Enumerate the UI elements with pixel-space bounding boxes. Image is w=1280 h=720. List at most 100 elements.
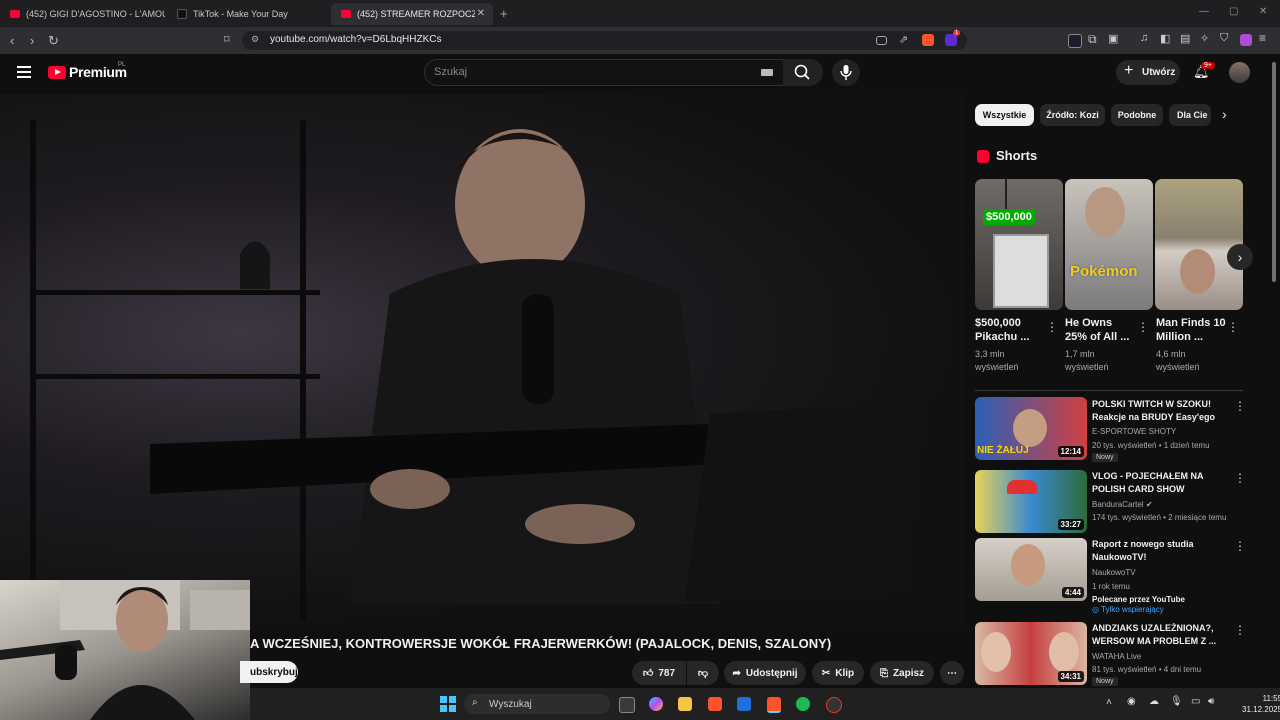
dislike-button[interactable]: 👎︎ [687,661,719,685]
page-scrollbar[interactable] [1272,62,1276,282]
tray-expand-icon[interactable]: ˄ [1106,697,1112,708]
recommended-video-title[interactable]: ANDZIAKS UZALEŻNIONA?, WERSOW MA PROBLEM… [1092,622,1222,648]
channel-name[interactable]: BanduraCartel ✔ [1092,498,1242,511]
file-explorer-icon[interactable] [678,697,692,711]
cast-icon[interactable] [876,36,887,45]
more-vertical-icon[interactable]: ⋮ [1234,539,1246,553]
forward-icon[interactable]: › [30,33,34,48]
maximize-icon[interactable]: ▢ [1229,6,1238,17]
recommended-video-title[interactable]: POLSKI TWITCH W SZOKU! Reakcje na BRUDY … [1092,398,1222,424]
taskbar-clock[interactable]: 11:55 31.12.2025 [1242,693,1280,715]
windows-start-icon[interactable] [440,696,456,712]
save-button[interactable]: ⎘ Zapisz [870,661,934,685]
short-thumbnail[interactable]: $500,000 [975,179,1063,310]
new-badge: Nowy [1092,677,1118,686]
chip-source[interactable]: Źródło: Kozi [1040,104,1105,126]
close-window-icon[interactable]: ✕ [1259,6,1267,17]
channel-name[interactable]: E-SPORTOWE SHOTY [1092,425,1242,438]
chip-for-you[interactable]: Dla Cie [1169,104,1211,126]
taskbar-search-input[interactable] [464,694,610,714]
onedrive-icon[interactable]: ☁ [1149,696,1159,707]
reload-icon[interactable]: ↻ [48,33,59,49]
spotify-icon[interactable] [796,697,810,711]
youtube-favicon-icon [341,10,351,18]
browser-tab[interactable]: TikTok - Make Your Day [167,3,327,25]
divider [975,390,1243,391]
vpn-icon[interactable]: ⛉ [1220,32,1228,45]
extension-icon[interactable] [1068,34,1082,48]
search-input[interactable] [424,59,784,86]
shorts-next-button[interactable]: › [1227,244,1253,270]
chip-all[interactable]: Wszystkie [975,104,1034,126]
thumbs-up-icon: 👍︎ [642,668,654,679]
more-vertical-icon[interactable]: ⋮ [1234,471,1246,485]
leo-icon[interactable]: ✧ [1200,32,1209,45]
more-vertical-icon[interactable]: ⋮ [1234,399,1246,413]
video-thumbnail[interactable]: NIE ŻAŁUJ 12:14 [975,397,1087,460]
bookmark-icon[interactable]: ⌑ [224,33,230,46]
search-button[interactable] [783,59,823,86]
short-thumbnail[interactable] [1155,179,1243,310]
brave-browser-icon[interactable] [708,697,722,711]
video-thumbnail[interactable]: 34:31 [975,622,1087,685]
thumbs-down-icon: 👎︎ [697,668,709,679]
puzzle-icon[interactable]: ⧉ [1088,32,1097,47]
like-button[interactable]: 👍︎ 787 [632,661,686,685]
more-actions-button[interactable]: ⋯ [940,661,964,685]
short-thumbnail[interactable]: Pokémon [1065,179,1153,310]
brave-shields-icon[interactable] [922,34,934,46]
microsoft-store-icon[interactable] [737,697,751,711]
chips-next-icon[interactable]: › [1222,106,1227,122]
short-title[interactable]: Man Finds 10 Million ... [1156,316,1226,344]
clip-button[interactable]: ✂ Klip [812,661,864,685]
more-vertical-icon[interactable]: ⋮ [1046,320,1058,334]
music-icon[interactable]: ♫ [1140,32,1148,44]
tabs-icon[interactable]: ▣ [1108,32,1118,45]
more-vertical-icon[interactable]: ⋮ [1137,320,1149,334]
hamburger-menu-icon[interactable] [17,66,31,81]
youtube-logo-icon[interactable] [48,66,66,79]
app-icon[interactable] [826,697,842,713]
browser-tab-active[interactable]: (452) STREAMER ROZPOCZĄŁ SY ✕ [331,3,493,25]
chip-related[interactable]: Podobne [1111,104,1163,126]
channel-name[interactable]: WATAHA Live [1092,650,1242,663]
volume-icon[interactable]: 🔊︎ [1208,696,1214,707]
url-text: youtube.com/watch?v=D6LbqHHZKCs [270,34,442,45]
avatar[interactable] [1229,62,1250,83]
short-title[interactable]: He Owns 25% of All ... [1065,316,1135,344]
recommended-video-title[interactable]: VLOG - POJECHAŁEM NA POLISH CARD SHOW [1092,470,1222,496]
sidebar-icon[interactable]: ◧ [1160,32,1170,45]
recommended-video-title[interactable]: Raport z nowego studia NaukowoTV! [1092,538,1222,564]
task-view-icon[interactable] [619,697,635,713]
video-title: A WCZEŚNIEJ, KONTROWERSJE WOKÓŁ FRAJERWE… [250,636,832,651]
video-meta: 174 tys. wyświetleń • 2 miesiące temu [1092,513,1227,522]
copilot-icon[interactable] [649,697,663,711]
share-button[interactable]: ➦ Udostępnij [724,661,806,685]
profile-extension-icon[interactable] [1240,34,1252,46]
brave-active-icon[interactable] [767,697,781,713]
video-thumbnail[interactable]: 4:44 [975,538,1087,601]
site-info-icon[interactable]: ⚙ [251,34,259,45]
video-player[interactable] [0,94,964,626]
voice-search-button[interactable] [832,59,860,86]
close-tab-icon[interactable]: ✕ [477,8,485,19]
short-title[interactable]: $500,000 Pikachu ... [975,316,1045,344]
mic-tray-icon[interactable]: 🎙︎ [1170,696,1183,707]
more-vertical-icon[interactable]: ⋮ [1234,623,1246,637]
browser-tab[interactable]: (452) GIGI D'AGOSTINO - L'AMOUR [0,3,165,25]
video-thumbnail[interactable]: 33:27 [975,470,1087,533]
new-tab-icon[interactable]: + [500,6,508,21]
share-page-icon[interactable]: ⇗ [899,33,908,46]
channel-name[interactable]: NaukowoTV [1092,566,1242,579]
wallet-icon[interactable]: ▤ [1180,32,1190,45]
more-vertical-icon[interactable]: ⋮ [1227,320,1239,334]
minimize-icon[interactable]: — [1199,6,1209,17]
tab-title: (452) GIGI D'AGOSTINO - L'AMOUR [26,9,165,19]
tray-app-icon[interactable]: ◉ [1127,696,1136,707]
youtube-favicon-icon [10,10,20,18]
keyboard-icon[interactable] [761,69,773,76]
network-icon[interactable]: ▭ [1191,696,1200,707]
back-icon[interactable]: ‹ [10,33,14,48]
browser-menu-icon[interactable]: ≡ [1259,31,1266,45]
video-duration: 33:27 [1057,519,1084,530]
